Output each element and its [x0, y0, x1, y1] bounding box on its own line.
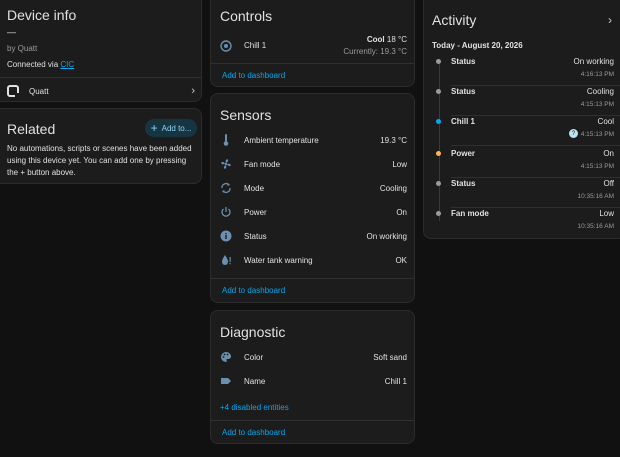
sensors-add-to-dashboard[interactable]: Add to dashboard [222, 286, 285, 295]
sensor-row-mode[interactable]: Mode Cooling [220, 180, 407, 196]
device-info-card: Device info — by Quatt Connected via CIC… [0, 0, 202, 102]
related-title: Related [7, 121, 56, 137]
controls-title: Controls [220, 8, 273, 24]
activity-timeline-line [439, 61, 440, 221]
sensor-name: Ambient temperature [244, 135, 319, 145]
climate-mode: Cool [366, 35, 385, 44]
integration-name: Quatt [29, 86, 49, 96]
controls-add-to-dashboard[interactable]: Add to dashboard [222, 71, 285, 80]
activity-title: Activity [432, 12, 477, 28]
palette-icon [220, 351, 232, 363]
label-icon [220, 375, 232, 387]
chevron-right-icon: › [191, 85, 195, 97]
activity-time: 10:35:16 AM [577, 193, 615, 200]
device-model: — [7, 27, 16, 37]
activity-time: 10:35:16 AM [577, 223, 615, 230]
sensors-card: Sensors Ambient temperature 19.3 °C Fan … [210, 93, 415, 303]
connected-via: Connected via CIC [7, 60, 74, 69]
activity-dot [436, 151, 441, 156]
fan-icon [220, 158, 232, 170]
sensor-name: Status [244, 231, 267, 241]
activity-dot [436, 119, 441, 124]
activity-label: Status [451, 57, 476, 66]
connected-via-label: Connected via [7, 60, 61, 69]
activity-label: Chill 1 [451, 117, 476, 126]
sensor-name: Fan mode [244, 159, 281, 169]
sensor-value: OK [395, 255, 407, 265]
activity-label: Status [451, 87, 476, 96]
activity-state: On working [573, 57, 614, 66]
sensor-value: Cooling [379, 183, 407, 193]
device-manufacturer: by Quatt [7, 44, 38, 53]
related-description: No automations, scripts or scenes have b… [7, 144, 192, 177]
diagnostic-title: Diagnostic [220, 324, 286, 340]
sensors-title: Sensors [220, 107, 272, 123]
diagnostic-name: Color [244, 352, 264, 362]
activity-date: Today - August 20, 2026 [432, 41, 523, 50]
activity-state: Cool [597, 117, 614, 126]
user-avatar-icon: ? [569, 129, 578, 138]
diagnostic-add-to-dashboard[interactable]: Add to dashboard [222, 428, 285, 437]
activity-time: 4:15:13 PM [580, 101, 614, 108]
sensor-value: 19.3 °C [380, 135, 407, 145]
climate-entity-row[interactable]: Chill 1 Cool 18 °C Currently: 19.3 °C [220, 35, 407, 59]
related-card: Related + Add to... No automations, scri… [0, 108, 202, 184]
disabled-entities-link[interactable]: +4 disabled entities [220, 403, 289, 412]
diagnostic-value: Chill 1 [384, 376, 407, 386]
device-info-title: Device info [7, 7, 77, 23]
activity-dot [436, 211, 441, 216]
activity-time: 4:15:13 PM [580, 163, 614, 170]
activity-state: Low [599, 209, 614, 218]
sensor-name: Power [244, 207, 267, 217]
climate-target: 18 °C [386, 35, 407, 44]
sync-icon [220, 182, 232, 194]
activity-state: Off [603, 179, 614, 188]
power-icon [220, 206, 232, 218]
activity-label: Power [451, 149, 476, 158]
diagnostic-name: Name [244, 376, 266, 386]
climate-current: Currently: 19.3 °C [343, 47, 407, 56]
diagnostic-row-name[interactable]: Name Chill 1 [220, 373, 407, 389]
add-to-button[interactable]: + Add to... [145, 119, 197, 137]
sensor-row-fan-mode[interactable]: Fan mode Low [220, 156, 407, 172]
info-icon [220, 230, 232, 242]
sensor-value: On [396, 207, 407, 217]
sensor-row-water-tank-warning[interactable]: Water tank warning OK [220, 252, 407, 268]
diagnostic-value: Soft sand [373, 352, 407, 362]
activity-dot [436, 59, 441, 64]
activity-dot [436, 181, 441, 186]
sensor-name: Mode [244, 183, 265, 193]
sensor-row-power[interactable]: Power On [220, 204, 407, 220]
quatt-logo-icon [7, 85, 20, 98]
sensor-value: Low [392, 159, 407, 169]
diagnostic-row-color[interactable]: Color Soft sand [220, 349, 407, 365]
sensor-value: On working [366, 231, 407, 241]
water-icon [220, 254, 232, 266]
thermometer-icon [220, 134, 232, 146]
thermostat-icon [220, 40, 232, 52]
activity-dot [436, 89, 441, 94]
add-to-label: Add to... [161, 123, 192, 133]
chevron-right-icon[interactable]: › [608, 13, 612, 27]
climate-entity-name: Chill 1 [244, 41, 267, 50]
activity-time: 4:16:13 PM [580, 71, 614, 78]
activity-time: 4:15:13 PM [580, 131, 614, 138]
activity-label: Status [451, 179, 476, 188]
activity-card: Activity › Today - August 20, 2026 Statu… [423, 0, 620, 239]
controls-card: Controls Chill 1 Cool 18 °C Currently: 1… [210, 0, 415, 87]
activity-state: Cooling [586, 87, 614, 96]
sensor-row-status[interactable]: Status On working [220, 228, 407, 244]
sensor-row-ambient-temperature[interactable]: Ambient temperature 19.3 °C [220, 132, 407, 148]
integration-row[interactable]: Quatt › [7, 83, 195, 99]
activity-state: On [603, 149, 614, 158]
activity-label: Fan mode [451, 209, 489, 218]
climate-state: Cool 18 °C Currently: 19.3 °C [343, 35, 407, 56]
diagnostic-card: Diagnostic Color Soft sand Name Chill 1 … [210, 310, 415, 444]
connected-via-link[interactable]: CIC [60, 60, 74, 69]
plus-icon: + [150, 121, 158, 135]
sensor-name: Water tank warning [244, 255, 313, 265]
